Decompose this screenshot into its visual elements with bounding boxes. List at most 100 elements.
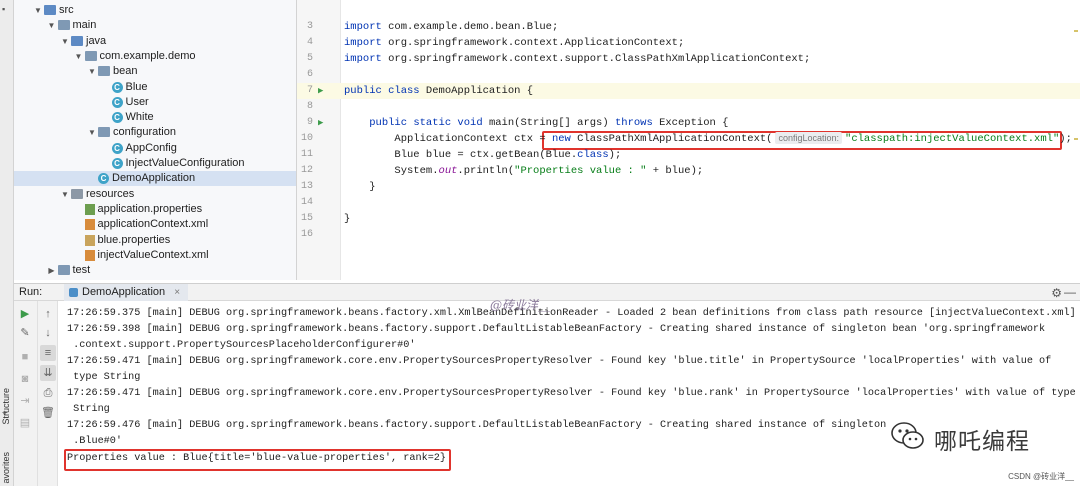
chevron-down-icon[interactable]: ▼ (46, 18, 58, 33)
code-text: import org.springframework.context.suppo… (344, 51, 810, 67)
code-line[interactable]: 9 ▶ public static void main(String[] args… (297, 115, 1080, 131)
tree-item[interactable]: ▼ bean (14, 64, 296, 79)
line-number: 12 (300, 165, 313, 176)
code-line[interactable]: 16 (297, 227, 1080, 243)
folder-icon (57, 20, 70, 31)
code-token: Blue blue = ctx.getBean(Blue. (344, 149, 578, 161)
code-line[interactable]: 13 } (297, 179, 1080, 195)
layout-icon[interactable]: ▤ (17, 415, 33, 431)
chevron-down-icon[interactable]: ▼ (86, 64, 98, 79)
tree-item[interactable]: blue.properties (14, 233, 296, 248)
run-gutter-icon[interactable]: ▶ (318, 115, 323, 131)
line-number: 7 (306, 85, 313, 96)
camera-icon[interactable]: ◙ (17, 371, 33, 387)
code-line[interactable]: 3 import com.example.demo.bean.Blue; (297, 19, 1080, 35)
tree-item[interactable]: C InjectValueConfiguration (14, 156, 296, 171)
run-gutter-icon[interactable]: ▶ (318, 83, 323, 99)
log-line: 17:26:59.398 [main] DEBUG org.springfram… (67, 324, 1046, 335)
wrench-icon[interactable]: ✎ (17, 325, 33, 341)
code-text: public static void main(String[] args) t… (344, 115, 728, 131)
tree-item[interactable]: ▼ java (14, 34, 296, 49)
minimize-icon[interactable]: — (1064, 285, 1076, 299)
line-number: 3 (306, 21, 313, 32)
close-icon[interactable]: × (174, 287, 180, 298)
favorites-tool-label[interactable]: avorites (1, 452, 11, 484)
tree-item[interactable]: injectValueContext.xml (14, 248, 296, 263)
code-line[interactable]: 14 (297, 195, 1080, 211)
rerun-icon[interactable]: ▶ (17, 306, 33, 322)
folder-icon (84, 50, 97, 61)
wechat-account-name: 哪吒编程 (934, 429, 1030, 455)
chevron-down-icon[interactable]: ▼ (73, 49, 85, 64)
code-line[interactable]: 7 ▶ public class DemoApplication { (297, 83, 1080, 99)
log-line: 17:26:59.471 [main] DEBUG org.springfram… (67, 356, 1052, 367)
run-tab-demoapplication[interactable]: DemoApplication × (64, 284, 189, 301)
line-number: 5 (306, 53, 313, 64)
tree-item-label: injectValueContext.xml (97, 248, 209, 261)
tree-item[interactable]: C DemoApplication (14, 171, 296, 187)
line-number: 4 (306, 37, 313, 48)
folder-icon (44, 5, 56, 15)
code-line[interactable]: 15} (297, 211, 1080, 227)
line-number: 14 (300, 197, 313, 208)
code-line[interactable]: 4 import org.springframework.context.Appl… (297, 35, 1080, 51)
tree-item[interactable]: applicationContext.xml (14, 217, 296, 232)
tree-item-label: configuration (113, 126, 176, 139)
structure-tool-label[interactable]: Structure (1, 388, 11, 425)
tree-item-label: application.properties (97, 202, 203, 215)
tree-item[interactable]: ▼ configuration (14, 125, 296, 140)
tree-item[interactable]: ▼ com.example.demo (14, 49, 296, 64)
tree-item[interactable]: ▼ src (14, 3, 296, 18)
scroll-to-end-icon[interactable]: ⇊ (40, 365, 56, 381)
tree-item-label: src (59, 4, 74, 16)
folder-icon (98, 127, 110, 138)
code-token: org.springframework.context.support.Clas… (381, 53, 811, 65)
code-text: } (344, 179, 375, 195)
project-tool-icon[interactable]: ▪ (2, 4, 12, 14)
run-console-output[interactable]: 17:26:59.375 [main] DEBUG org.springfram… (58, 301, 1080, 486)
java-class-icon: C (111, 142, 123, 154)
gear-icon[interactable]: ⚙ (1051, 286, 1062, 300)
tree-item[interactable]: ▶ test (14, 263, 296, 278)
tree-item-label: User (125, 95, 149, 108)
tree-item[interactable]: C Blue (14, 80, 296, 95)
code-token: "classpath:injectValueContext.xml" (845, 133, 1060, 145)
code-line[interactable]: 6 (297, 67, 1080, 83)
code-token: org.springframework.context.ApplicationC… (381, 37, 685, 49)
code-line[interactable]: 11 Blue blue = ctx.getBean(Blue.class); (297, 147, 1080, 163)
code-token: import (344, 21, 382, 33)
chevron-right-icon[interactable]: ▶ (46, 263, 58, 278)
code-line[interactable]: 10 ApplicationContext ctx = new ClassPat… (297, 131, 1080, 147)
properties-file-icon (84, 234, 95, 246)
stop-icon[interactable]: ■ (17, 349, 33, 365)
code-text: import org.springframework.context.Appli… (344, 35, 684, 51)
tree-item[interactable]: application.properties (14, 202, 296, 217)
java-class-icon: C (111, 112, 123, 124)
code-line[interactable]: 5 import org.springframework.context.supp… (297, 51, 1080, 67)
tree-item[interactable]: C AppConfig (14, 141, 296, 156)
soft-wrap-icon[interactable]: ≡ (40, 345, 56, 361)
code-token: } (344, 213, 351, 225)
up-arrow-icon[interactable]: ↑ (40, 306, 56, 322)
tree-item[interactable]: ▼ main (14, 18, 296, 33)
exit-icon[interactable]: ⇥ (17, 393, 33, 409)
tree-item[interactable]: C User (14, 95, 296, 110)
trash-icon[interactable]: 🗑 (40, 405, 56, 421)
chevron-down-icon[interactable]: ▼ (32, 3, 44, 18)
code-editor[interactable]: 3 import com.example.demo.bean.Blue; 4 impo… (297, 0, 1080, 280)
log-line: 17:26:59.471 [main] DEBUG org.springfram… (67, 388, 1076, 399)
code-token: com.example.demo.bean.Blue; (381, 21, 559, 33)
code-token: throws (614, 117, 653, 129)
tree-item-label: resources (86, 187, 135, 200)
chevron-down-icon[interactable]: ▼ (86, 125, 98, 140)
chevron-down-icon[interactable]: ▼ (59, 187, 71, 202)
tree-item[interactable]: C White (14, 110, 296, 125)
code-line[interactable]: 12 System.out.println("Properties value … (297, 163, 1080, 179)
print-icon[interactable]: ⎙ (40, 385, 56, 401)
chevron-down-icon[interactable]: ▼ (59, 34, 71, 49)
code-token: "Properties value : " (514, 165, 647, 177)
code-line[interactable]: 8 (297, 99, 1080, 115)
tree-item[interactable]: ▼ resources (14, 187, 296, 202)
down-arrow-icon[interactable]: ↓ (40, 325, 56, 341)
